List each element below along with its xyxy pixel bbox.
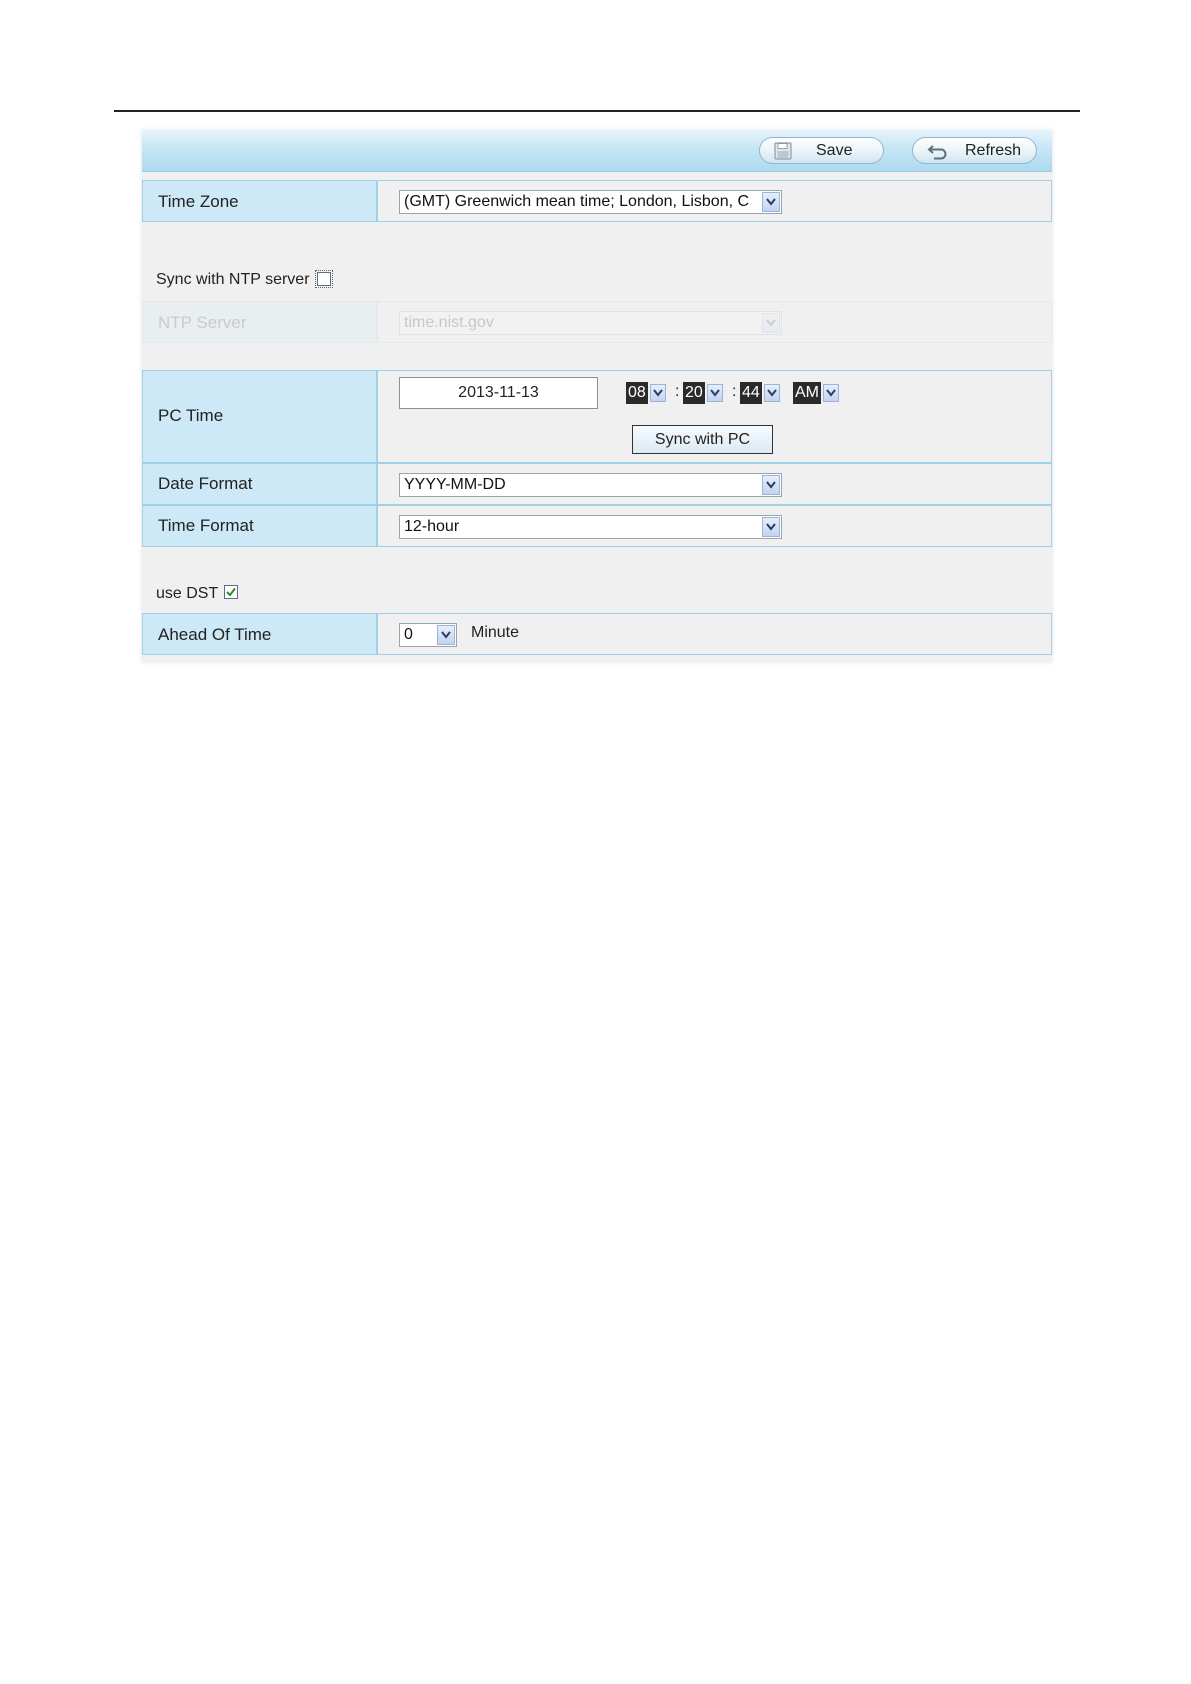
sync-with-pc-button[interactable]: Sync with PC: [632, 425, 773, 454]
time-format-label: Time Format: [158, 516, 254, 535]
date-format-value: YYYY-MM-DD: [404, 476, 506, 493]
time-separator: :: [675, 383, 680, 400]
ntp-server-row: NTP Server time.nist.gov: [142, 301, 1052, 343]
toolbar: Save Refresh: [142, 130, 1052, 172]
chevron-down-icon[interactable]: [823, 384, 839, 402]
chevron-down-icon[interactable]: [706, 384, 723, 402]
ntp-server-value: time.nist.gov: [404, 314, 494, 331]
ampm-value: AM: [793, 382, 821, 404]
pc-time-label-cell: PC Time: [143, 371, 378, 462]
ahead-of-time-label-cell: Ahead Of Time: [143, 614, 378, 654]
chevron-down-icon[interactable]: [762, 192, 780, 212]
minute-select[interactable]: 20: [683, 382, 723, 404]
use-dst-label: use DST: [156, 585, 219, 602]
date-format-label: Date Format: [158, 474, 253, 493]
time-format-select[interactable]: 12-hour: [399, 515, 782, 539]
time-format-value: 12-hour: [404, 518, 460, 535]
time-format-row: Time Format 12-hour: [142, 505, 1052, 547]
ntp-sync-label: Sync with NTP server: [156, 271, 310, 288]
ahead-of-time-select[interactable]: 0: [399, 623, 457, 647]
chevron-down-icon[interactable]: [762, 517, 780, 537]
time-zone-label-cell: Time Zone: [143, 181, 378, 221]
time-zone-row: Time Zone (GMT) Greenwich mean time; Lon…: [142, 180, 1052, 222]
ntp-server-select[interactable]: time.nist.gov: [399, 311, 782, 335]
document-header-rule: [114, 110, 1080, 112]
hour-select[interactable]: 08: [626, 382, 666, 404]
undo-arrow-icon: [927, 142, 947, 160]
refresh-button[interactable]: Refresh: [912, 137, 1037, 164]
ntp-server-label: NTP Server: [158, 313, 247, 332]
second-select[interactable]: 44: [740, 382, 780, 404]
floppy-disk-icon: [774, 142, 792, 160]
pc-time-row: PC Time 2013-11-13 08 : 20 : 44 AM Sync …: [142, 370, 1052, 463]
minute-value: 20: [683, 382, 705, 404]
time-zone-select[interactable]: (GMT) Greenwich mean time; London, Lisbo…: [399, 190, 782, 214]
chevron-down-icon[interactable]: [762, 313, 780, 333]
minute-unit-label: Minute: [471, 624, 520, 641]
refresh-label: Refresh: [965, 142, 1022, 159]
checkmark-icon: [226, 587, 236, 597]
pc-time-label: PC Time: [158, 406, 224, 425]
time-zone-label: Time Zone: [158, 192, 239, 211]
chevron-down-icon[interactable]: [437, 625, 455, 645]
date-format-label-cell: Date Format: [143, 464, 378, 504]
chevron-down-icon[interactable]: [763, 384, 780, 402]
date-format-row: Date Format YYYY-MM-DD: [142, 463, 1052, 505]
save-button[interactable]: Save: [759, 137, 884, 164]
time-settings-panel: Save Refresh Time Zone (GMT) Greenwich m…: [142, 130, 1052, 662]
chevron-down-icon[interactable]: [649, 384, 666, 402]
ampm-select[interactable]: AM: [793, 382, 839, 404]
ahead-of-time-value: 0: [404, 626, 413, 643]
time-separator: :: [732, 383, 737, 400]
time-format-label-cell: Time Format: [143, 506, 378, 546]
ahead-of-time-row: Ahead Of Time 0 Minute: [142, 613, 1052, 655]
time-zone-value: (GMT) Greenwich mean time; London, Lisbo…: [404, 193, 750, 210]
second-value: 44: [740, 382, 762, 404]
save-label: Save: [816, 142, 853, 159]
use-dst-checkbox[interactable]: [224, 585, 238, 599]
ntp-server-label-cell: NTP Server: [143, 302, 378, 342]
date-format-select[interactable]: YYYY-MM-DD: [399, 473, 782, 497]
pc-date-input[interactable]: 2013-11-13: [399, 377, 598, 409]
hour-value: 08: [626, 382, 648, 404]
ntp-sync-checkbox[interactable]: [315, 270, 333, 288]
ahead-of-time-label: Ahead Of Time: [158, 625, 272, 644]
chevron-down-icon[interactable]: [762, 475, 780, 495]
